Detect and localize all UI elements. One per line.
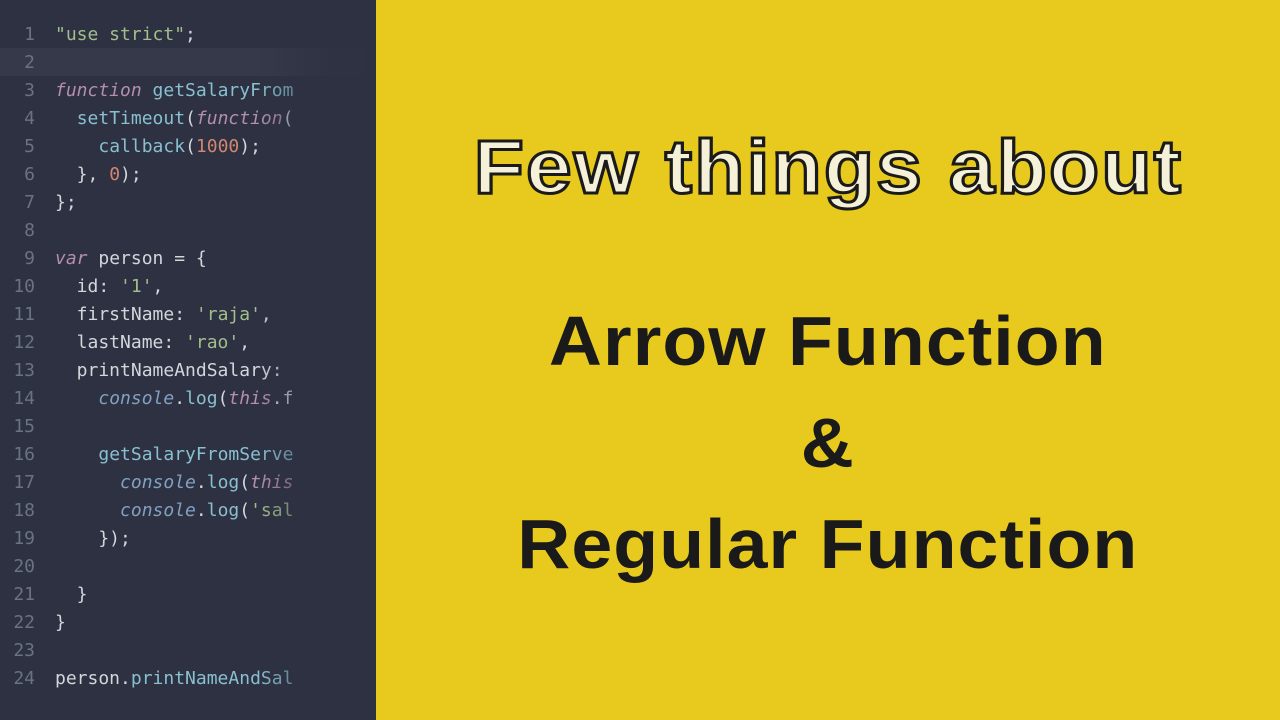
line-number: 15: [0, 416, 55, 437]
code-content: console.log(this: [55, 472, 293, 493]
code-line: 24person.printNameAndSal: [0, 664, 376, 692]
code-line: 17 console.log(this: [0, 468, 376, 496]
title-heading: Few things about: [473, 124, 1182, 211]
code-content: id: '1',: [55, 276, 163, 297]
title-line-2: &: [517, 393, 1138, 495]
code-content: }, 0);: [55, 164, 142, 185]
code-line: 8: [0, 216, 376, 244]
line-number: 17: [0, 472, 55, 493]
line-number: 8: [0, 220, 55, 241]
line-number: 9: [0, 248, 55, 269]
code-content: printNameAndSalary:: [55, 360, 283, 381]
code-content: console.log('sal: [55, 500, 293, 521]
code-line: 9var person = {: [0, 244, 376, 272]
code-content: }: [55, 612, 66, 633]
code-line: 5 callback(1000);: [0, 132, 376, 160]
code-line: 16 getSalaryFromServe: [0, 440, 376, 468]
line-number: 10: [0, 276, 55, 297]
title-panel: Few things about Arrow Function & Regula…: [376, 0, 1280, 720]
code-content: lastName: 'rao',: [55, 332, 250, 353]
line-number: 19: [0, 528, 55, 549]
code-line: 13 printNameAndSalary:: [0, 356, 376, 384]
code-line: 6 }, 0);: [0, 160, 376, 188]
code-line: 10 id: '1',: [0, 272, 376, 300]
line-number: 6: [0, 164, 55, 185]
line-number: 23: [0, 640, 55, 661]
code-content: callback(1000);: [55, 136, 261, 157]
line-number: 5: [0, 136, 55, 157]
code-line: 23: [0, 636, 376, 664]
line-number: 22: [0, 612, 55, 633]
title-line-1: Arrow Function: [517, 291, 1138, 393]
code-line: 7};: [0, 188, 376, 216]
code-editor-panel: 1"use strict";23function getSalaryFrom4 …: [0, 0, 376, 720]
line-number: 2: [0, 52, 55, 73]
line-number: 7: [0, 192, 55, 213]
line-number: 4: [0, 108, 55, 129]
line-number: 20: [0, 556, 55, 577]
title-line-3: Regular Function: [517, 494, 1138, 596]
code-content: function getSalaryFrom: [55, 80, 293, 101]
code-line: 21 }: [0, 580, 376, 608]
code-line: 14 console.log(this.f: [0, 384, 376, 412]
code-line: 2: [0, 48, 376, 76]
code-line: 20: [0, 552, 376, 580]
code-content: setTimeout(function(: [55, 108, 293, 129]
line-number: 12: [0, 332, 55, 353]
code-line: 18 console.log('sal: [0, 496, 376, 524]
line-number: 13: [0, 360, 55, 381]
line-number: 18: [0, 500, 55, 521]
line-number: 11: [0, 304, 55, 325]
code-content: firstName: 'raja',: [55, 304, 272, 325]
code-content: person.printNameAndSal: [55, 668, 293, 689]
code-line: 19 });: [0, 524, 376, 552]
code-line: 11 firstName: 'raja',: [0, 300, 376, 328]
code-line: 3function getSalaryFrom: [0, 76, 376, 104]
code-content: };: [55, 192, 77, 213]
code-line: 22}: [0, 608, 376, 636]
title-main: Arrow Function & Regular Function: [517, 291, 1138, 596]
line-number: 14: [0, 388, 55, 409]
code-line: 12 lastName: 'rao',: [0, 328, 376, 356]
line-number: 21: [0, 584, 55, 605]
code-line: 4 setTimeout(function(: [0, 104, 376, 132]
line-number: 24: [0, 668, 55, 689]
code-content: "use strict";: [55, 24, 196, 45]
line-number: 1: [0, 24, 55, 45]
code-content: getSalaryFromServe: [55, 444, 293, 465]
code-line: 1"use strict";: [0, 20, 376, 48]
code-content: });: [55, 528, 131, 549]
line-number: 3: [0, 80, 55, 101]
line-number: 16: [0, 444, 55, 465]
code-content: }: [55, 584, 88, 605]
code-content: var person = {: [55, 248, 207, 269]
code-line: 15: [0, 412, 376, 440]
code-content: console.log(this.f: [55, 388, 293, 409]
